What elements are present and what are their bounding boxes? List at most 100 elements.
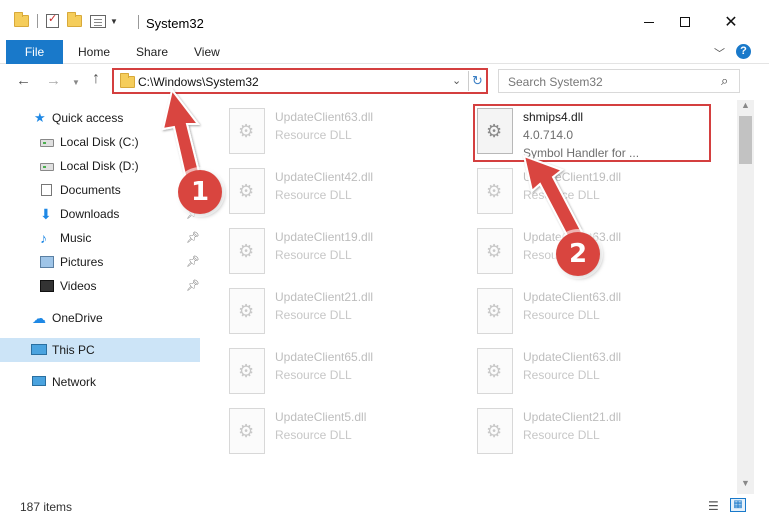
address-path[interactable]: C:\Windows\System32: [138, 75, 259, 89]
scroll-up-arrow-icon[interactable]: ▲: [741, 100, 750, 110]
file-name: UpdateClient19.dll: [275, 230, 374, 244]
address-history-chevron-icon[interactable]: ⌄: [452, 74, 461, 87]
customize-toolbar-chevron-icon[interactable]: ▼: [110, 17, 118, 26]
ribbon-tabs: File Home Share View ﹀ ?: [0, 40, 769, 64]
sidebar-item-pictures[interactable]: Pictures 📌︎: [0, 250, 200, 274]
list-item[interactable]: UpdateClient63.dll Resource DLL: [229, 108, 465, 160]
maximize-button[interactable]: [670, 10, 700, 34]
file-type: Resource DLL: [523, 368, 600, 382]
downloads-icon: ⬇: [40, 206, 52, 222]
item-count: 187 items: [20, 500, 73, 514]
dll-file-icon: [477, 288, 513, 334]
pictures-icon: [40, 256, 54, 268]
back-arrow-icon[interactable]: ←: [16, 72, 31, 89]
file-type: Resource DLL: [523, 188, 600, 202]
vertical-scrollbar[interactable]: ▲ ▼: [737, 100, 754, 494]
maximize-icon: [680, 17, 690, 27]
file-name: UpdateClient42.dll: [275, 170, 374, 184]
forward-arrow-icon[interactable]: →: [46, 72, 61, 89]
tiles-view-icon[interactable]: ▦: [730, 498, 746, 512]
documents-icon: [41, 184, 52, 196]
help-icon[interactable]: ?: [736, 44, 751, 59]
chevron-down-icon[interactable]: ﹀: [714, 45, 725, 61]
sidebar-item-videos[interactable]: Videos 📌︎: [0, 274, 200, 298]
step-1-badge: 1: [178, 170, 222, 214]
sidebar-item-label: Quick access: [52, 111, 124, 125]
sidebar-item-downloads[interactable]: ⬇ Downloads 📌︎: [0, 202, 200, 226]
list-item[interactable]: UpdateClient42.dll Resource DLL: [229, 168, 465, 220]
step-2-badge: 2: [556, 232, 600, 276]
dll-file-icon: [229, 228, 265, 274]
list-item[interactable]: UpdateClient21.dll Resource DLL: [229, 288, 465, 340]
properties-check-icon[interactable]: [46, 12, 59, 28]
title-bar: ▼ System32 ✕: [0, 0, 769, 40]
refresh-icon[interactable]: ↻: [468, 71, 486, 91]
dll-file-icon: [229, 108, 265, 154]
up-arrow-icon[interactable]: ↑: [92, 70, 100, 88]
sidebar-item-label: This PC: [52, 343, 95, 357]
network-icon: [32, 376, 46, 386]
dll-file-icon: [477, 168, 513, 214]
list-item[interactable]: UpdateClient19.dll Resource DLL: [477, 168, 713, 220]
disk-icon: [40, 163, 54, 171]
scroll-down-arrow-icon[interactable]: ▼: [741, 478, 750, 488]
list-item[interactable]: UpdateClient63.dll Resource DLL: [477, 288, 713, 340]
file-type: Resource DLL: [523, 428, 600, 442]
dll-file-icon: [229, 288, 265, 334]
tab-file[interactable]: File: [6, 40, 63, 64]
sidebar-item-label: Documents: [60, 183, 121, 197]
file-name: UpdateClient19.dll: [523, 170, 622, 184]
file-type: Resource DLL: [275, 248, 352, 262]
file-type: Resource DLL: [275, 368, 352, 382]
list-item[interactable]: UpdateClient63.dll Resource DLL: [477, 348, 713, 400]
list-item[interactable]: UpdateClient21.dll Resource DLL: [477, 408, 713, 460]
minimize-button[interactable]: [634, 10, 664, 34]
details-view-icon[interactable]: ☰: [708, 499, 719, 513]
title-divider: [138, 15, 139, 29]
dll-file-icon: [229, 168, 265, 214]
list-item[interactable]: UpdateClient5.dll Resource DLL: [229, 408, 465, 460]
view-options-icon[interactable]: [90, 14, 106, 28]
list-item[interactable]: UpdateClient65.dll Resource DLL: [229, 348, 465, 400]
sidebar-item-label: Music: [60, 231, 92, 245]
close-button[interactable]: ✕: [716, 10, 746, 34]
disk-icon: [40, 139, 54, 147]
folder-icon: [14, 12, 29, 27]
pin-icon[interactable]: 📌︎: [186, 226, 200, 250]
file-highlight-box: [473, 104, 711, 162]
pin-icon[interactable]: 📌︎: [186, 274, 200, 298]
sidebar-item-this-pc[interactable]: This PC: [0, 338, 200, 362]
sidebar-item-network[interactable]: Network: [0, 370, 200, 394]
dll-file-icon: [229, 348, 265, 394]
file-type: Resource DLL: [275, 128, 352, 142]
videos-icon: [40, 280, 54, 292]
pc-icon: [31, 344, 47, 355]
new-folder-icon[interactable]: [67, 12, 82, 27]
file-type: Resource DLL: [275, 188, 352, 202]
list-item[interactable]: UpdateClient19.dll Resource DLL: [229, 228, 465, 280]
tab-share[interactable]: Share: [124, 40, 180, 64]
file-name: UpdateClient65.dll: [275, 350, 374, 364]
sidebar-item-label: Local Disk (C:): [60, 135, 139, 149]
sidebar-item-local-disk-d[interactable]: Local Disk (D:): [0, 154, 200, 178]
sidebar-item-local-disk-c[interactable]: Local Disk (C:): [0, 130, 200, 154]
address-bar[interactable]: C:\Windows\System32 ⌄ ↻: [112, 68, 488, 94]
pin-icon[interactable]: 📌︎: [186, 250, 200, 274]
file-name: UpdateClient5.dll: [275, 410, 367, 424]
file-name: UpdateClient21.dll: [523, 410, 622, 424]
sidebar-item-documents[interactable]: Documents: [0, 178, 200, 202]
scrollbar-thumb[interactable]: [739, 116, 752, 164]
search-icon[interactable]: ⌕: [721, 73, 728, 89]
window-title: System32: [146, 16, 204, 31]
tab-home[interactable]: Home: [66, 40, 122, 64]
dll-file-icon: [477, 348, 513, 394]
file-type: Resource DLL: [275, 428, 352, 442]
sidebar-item-quick-access[interactable]: ★ Quick access: [0, 106, 200, 130]
recent-locations-chevron-icon[interactable]: ▼: [72, 78, 80, 87]
search-input[interactable]: Search System32 ⌕: [498, 69, 740, 93]
sidebar-item-onedrive[interactable]: ☁ OneDrive: [0, 306, 200, 330]
navigation-bar: ← → ▼ ↑ C:\Windows\System32 ⌄ ↻ Search S…: [0, 66, 769, 100]
sidebar-item-music[interactable]: ♪ Music 📌︎: [0, 226, 200, 250]
tab-view[interactable]: View: [182, 40, 232, 64]
file-name: UpdateClient63.dll: [523, 290, 622, 304]
